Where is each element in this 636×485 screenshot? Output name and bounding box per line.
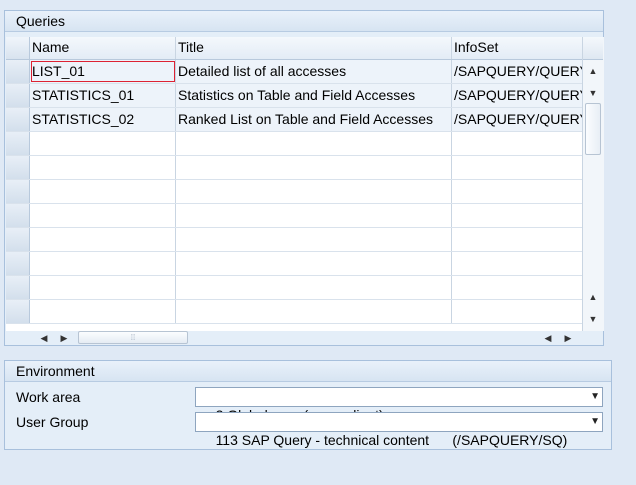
column-settings-button[interactable] [583,37,603,60]
queries-table: Name Title InfoSet LIST_01 Detailed list … [6,37,582,331]
table-row[interactable] [6,156,582,180]
queries-title: Queries [5,11,603,32]
cell-infoset[interactable] [452,228,582,251]
table-row[interactable] [6,276,582,300]
cell-title[interactable]: Detailed list of all accesses [176,60,452,83]
table-row[interactable] [6,252,582,276]
table-row[interactable]: STATISTICS_02 Ranked List on Table and Fi… [6,108,582,132]
cell-title[interactable] [176,132,452,155]
grip-icon: ⁞⁞ [130,333,136,342]
row-selector[interactable] [6,132,30,155]
cell-infoset[interactable] [452,276,582,299]
work-area-label: Work area [16,389,81,405]
environment-panel: Environment Work area 2 Global area (cro… [4,360,612,450]
cell-name[interactable] [30,300,176,323]
work-area-select[interactable]: 2 Global area (cross-client) ▼ [195,387,603,423]
cell-name[interactable]: STATISTICS_02 [30,108,176,131]
row-selector[interactable] [6,84,30,107]
scroll-left-icon[interactable]: ◀ [540,332,556,344]
scroll-up-icon[interactable]: ▲ [585,65,601,77]
cell-infoset[interactable] [452,180,582,203]
table-row[interactable] [6,300,582,324]
cell-name[interactable] [30,252,176,275]
cell-infoset[interactable]: /SAPQUERY/QUERY [452,108,582,131]
cell-name[interactable] [30,156,176,179]
row-selector[interactable] [6,300,30,323]
scroll-right-icon[interactable]: ▶ [560,332,576,344]
row-selector[interactable] [6,228,30,251]
cell-title[interactable] [176,156,452,179]
column-header-name[interactable]: Name [30,37,176,59]
cell-infoset[interactable] [452,300,582,323]
scroll-down-icon[interactable]: ▼ [585,313,601,325]
cell-title[interactable] [176,300,452,323]
cell-infoset[interactable] [452,252,582,275]
horizontal-scroll-thumb[interactable]: ⁞⁞ [78,331,188,344]
environment-title: Environment [5,361,611,382]
cell-title[interactable]: Ranked List on Table and Field Accesses [176,108,452,131]
vertical-scrollbar[interactable]: ▲ ▼ ▲ ▼ [582,37,604,331]
user-group-label: User Group [16,414,89,430]
cell-name[interactable] [30,180,176,203]
queries-panel: Queries Name Title InfoSet LIST_01 Detail… [4,10,604,346]
cell-title[interactable] [176,276,452,299]
column-header-title[interactable]: Title [176,37,452,59]
chevron-down-icon[interactable]: ▼ [590,413,600,431]
cell-title[interactable] [176,204,452,227]
cell-infoset[interactable]: /SAPQUERY/QUERY [452,84,582,107]
cell-title[interactable]: Statistics on Table and Field Accesses [176,84,452,107]
row-selector[interactable] [6,108,30,131]
table-row[interactable]: STATISTICS_01 Statistics on Table and Fie… [6,84,582,108]
row-selector[interactable] [6,180,30,203]
table-row[interactable] [6,132,582,156]
cell-infoset[interactable] [452,204,582,227]
row-selector[interactable] [6,276,30,299]
user-group-select[interactable]: 113 SAP Query - technical content (/SAPQ… [195,412,603,448]
table-row[interactable]: LIST_01 Detailed list of all accesses/SAP… [6,60,582,84]
cell-name[interactable]: LIST_01 [30,60,176,83]
cell-name[interactable]: STATISTICS_01 [30,84,176,107]
horizontal-scrollbar[interactable]: ◀ ▶ ⁞⁞ ◀ ▶ [6,331,582,345]
cell-infoset[interactable]: /SAPQUERY/QUERY [452,60,582,83]
cell-infoset[interactable] [452,156,582,179]
cell-title[interactable] [176,252,452,275]
user-group-value: 113 SAP Query - technical content (/SAPQ… [215,432,568,448]
cell-name[interactable] [30,204,176,227]
cell-name[interactable] [30,132,176,155]
vertical-scroll-thumb[interactable] [585,103,601,155]
table-row[interactable] [6,228,582,252]
scroll-left-icon[interactable]: ◀ [36,332,52,344]
row-selector[interactable] [6,204,30,227]
cell-infoset[interactable] [452,132,582,155]
cell-title[interactable] [176,228,452,251]
scroll-right-icon[interactable]: ▶ [56,332,72,344]
select-all-button[interactable] [6,37,30,59]
scroll-down-icon[interactable]: ▼ [585,87,601,99]
cell-title[interactable] [176,180,452,203]
row-selector[interactable] [6,156,30,179]
row-selector[interactable] [6,60,30,83]
table-header: Name Title InfoSet [6,37,582,60]
table-row[interactable] [6,180,582,204]
cell-name[interactable] [30,276,176,299]
scroll-up-icon[interactable]: ▲ [585,291,601,303]
row-selector[interactable] [6,252,30,275]
cell-name[interactable] [30,228,176,251]
chevron-down-icon[interactable]: ▼ [590,388,600,406]
column-header-infoset[interactable]: InfoSet [452,37,582,59]
table-row[interactable] [6,204,582,228]
